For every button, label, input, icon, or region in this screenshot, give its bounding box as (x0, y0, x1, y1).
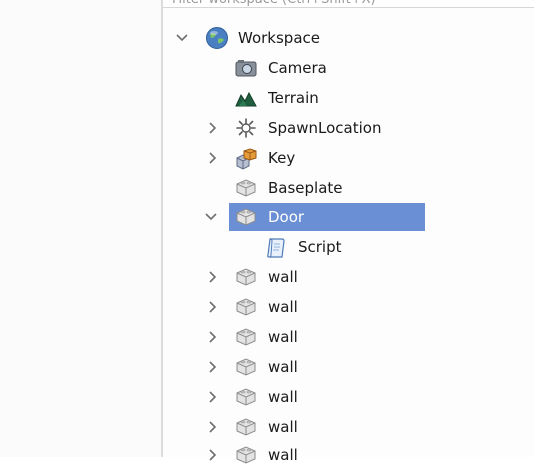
tree-item-label: Terrain (268, 89, 319, 107)
script-icon (265, 237, 287, 258)
tree-item-label: wall (268, 388, 298, 406)
tree-item-baseplate[interactable]: Baseplate (0, 173, 534, 203)
tree-item-label: wall (268, 418, 298, 436)
tree-item-label: wall (268, 298, 298, 316)
tree-item-label: wall (268, 268, 298, 286)
spawn-location-icon (235, 118, 257, 138)
chevron-right-icon[interactable] (205, 149, 221, 167)
chevron-right-icon[interactable] (205, 358, 221, 376)
tree-item-door[interactable]: Door (0, 202, 534, 232)
tree-item-wall[interactable]: wall (0, 262, 534, 292)
explorer-tree: Workspace Camera Terrain SpawnLocation K… (0, 0, 534, 464)
tree-item-wall[interactable]: wall (0, 382, 534, 412)
tree-item-label: wall (268, 358, 298, 376)
tree-item-label: Camera (268, 59, 327, 77)
workspace-globe-icon (205, 26, 229, 50)
tree-item-wall[interactable]: wall (0, 322, 534, 352)
part-icon (235, 297, 257, 317)
chevron-down-icon[interactable] (203, 208, 219, 226)
tree-item-label: wall (268, 446, 298, 464)
tree-item-key[interactable]: Key (0, 143, 534, 173)
chevron-right-icon[interactable] (205, 446, 221, 464)
chevron-right-icon[interactable] (205, 418, 221, 436)
tree-item-workspace[interactable]: Workspace (0, 23, 534, 53)
tree-item-wall[interactable]: wall (0, 412, 534, 442)
terrain-icon (235, 88, 257, 108)
tree-item-camera[interactable]: Camera (0, 53, 534, 83)
part-icon (235, 178, 257, 198)
tree-item-label: Key (268, 149, 296, 167)
chevron-right-icon[interactable] (205, 268, 221, 286)
part-icon (235, 327, 257, 347)
tree-item-label: Door (268, 208, 305, 226)
part-icon (235, 445, 257, 465)
tree-item-wall[interactable]: wall (0, 440, 534, 470)
chevron-right-icon[interactable] (205, 298, 221, 316)
tree-item-label: Baseplate (268, 179, 343, 197)
tree-item-spawnlocation[interactable]: SpawnLocation (0, 113, 534, 143)
tree-item-label: Workspace (238, 29, 320, 47)
chevron-right-icon[interactable] (205, 328, 221, 346)
tree-item-label: SpawnLocation (268, 119, 382, 137)
part-icon (235, 267, 257, 287)
part-icon (235, 387, 257, 407)
part-icon (235, 207, 257, 227)
tree-item-label: wall (268, 328, 298, 346)
model-icon (234, 148, 257, 170)
tree-item-terrain[interactable]: Terrain (0, 83, 534, 113)
tree-item-label: Script (298, 238, 342, 256)
chevron-right-icon[interactable] (205, 119, 221, 137)
tree-item-script[interactable]: Script (0, 232, 534, 262)
tree-item-wall[interactable]: wall (0, 352, 534, 382)
part-icon (235, 417, 257, 437)
chevron-right-icon[interactable] (205, 388, 221, 406)
selection-highlight (229, 203, 425, 231)
camera-icon (235, 58, 257, 78)
chevron-down-icon[interactable] (174, 29, 190, 47)
tree-item-wall[interactable]: wall (0, 292, 534, 322)
part-icon (235, 357, 257, 377)
